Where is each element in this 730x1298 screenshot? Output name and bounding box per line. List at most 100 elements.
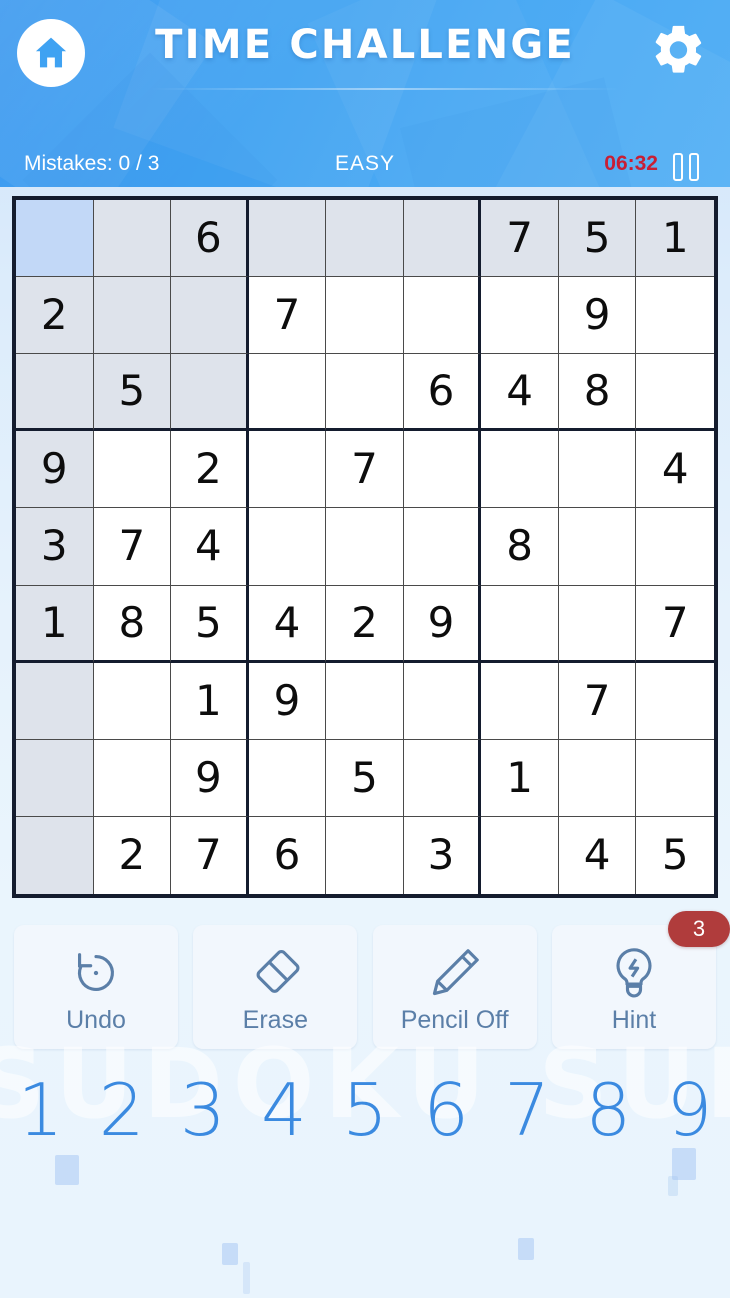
sudoku-cell-r9c1[interactable] — [16, 816, 94, 894]
sudoku-cell-r7c7[interactable] — [481, 662, 559, 740]
sudoku-cell-r8c9[interactable] — [636, 739, 714, 817]
sudoku-cell-r3c3[interactable] — [171, 354, 249, 432]
sudoku-cell-r5c6[interactable] — [403, 508, 482, 586]
sudoku-cell-r9c7[interactable] — [481, 816, 559, 894]
sudoku-cell-r4c5[interactable]: 7 — [326, 431, 404, 509]
sudoku-cell-r7c6[interactable] — [403, 662, 482, 740]
sudoku-cell-r3c7[interactable]: 4 — [481, 354, 559, 432]
sudoku-cell-r2c5[interactable] — [326, 277, 404, 355]
sudoku-cell-r8c7[interactable]: 1 — [481, 739, 559, 817]
sudoku-cell-r2c8[interactable]: 9 — [558, 277, 637, 355]
sudoku-cell-r9c3[interactable]: 7 — [171, 816, 249, 894]
sudoku-cell-r4c7[interactable] — [481, 431, 559, 509]
sudoku-cell-r3c6[interactable]: 6 — [403, 354, 482, 432]
sudoku-cell-r8c5[interactable]: 5 — [326, 739, 404, 817]
sudoku-cell-r4c8[interactable] — [558, 431, 637, 509]
sudoku-cell-r6c1[interactable]: 1 — [16, 585, 94, 663]
sudoku-cell-r4c1[interactable]: 9 — [16, 431, 94, 509]
settings-button[interactable] — [646, 20, 710, 84]
sudoku-cell-r5c1[interactable]: 3 — [16, 508, 94, 586]
sudoku-cell-r6c9[interactable]: 7 — [636, 585, 714, 663]
sudoku-cell-r6c4[interactable]: 4 — [248, 585, 327, 663]
sudoku-cell-r2c2[interactable] — [93, 277, 172, 355]
sudoku-cell-r2c6[interactable] — [403, 277, 482, 355]
sudoku-cell-r3c8[interactable]: 8 — [558, 354, 637, 432]
sudoku-cell-r9c4[interactable]: 6 — [248, 816, 327, 894]
sudoku-cell-r4c3[interactable]: 2 — [171, 431, 249, 509]
sudoku-cell-r8c6[interactable] — [403, 739, 482, 817]
sudoku-cell-r8c8[interactable] — [558, 739, 637, 817]
sudoku-cell-r5c5[interactable] — [326, 508, 404, 586]
numpad-key-3[interactable]: 3 — [162, 1074, 243, 1146]
sudoku-cell-r3c9[interactable] — [636, 354, 714, 432]
erase-button[interactable]: Erase — [193, 925, 358, 1049]
sudoku-grid[interactable]: 67512795648927437481854297197951276345 — [16, 200, 714, 894]
sudoku-cell-r8c4[interactable] — [248, 739, 327, 817]
sudoku-cell-r3c2[interactable]: 5 — [93, 354, 172, 432]
sudoku-cell-r3c1[interactable] — [16, 354, 94, 432]
sudoku-cell-r4c6[interactable] — [403, 431, 482, 509]
numpad-key-1[interactable]: 1 — [0, 1074, 81, 1146]
sudoku-cell-r2c7[interactable] — [481, 277, 559, 355]
numpad-key-6[interactable]: 6 — [406, 1074, 487, 1146]
sudoku-cell-r5c8[interactable] — [558, 508, 637, 586]
sudoku-cell-r5c3[interactable]: 4 — [171, 508, 249, 586]
sudoku-cell-r5c7[interactable]: 8 — [481, 508, 559, 586]
sudoku-cell-r1c6[interactable] — [403, 200, 482, 278]
sudoku-cell-r7c1[interactable] — [16, 662, 94, 740]
numpad-key-4[interactable]: 4 — [243, 1074, 324, 1146]
sudoku-cell-r9c8[interactable]: 4 — [558, 816, 637, 894]
sudoku-cell-r5c4[interactable] — [248, 508, 327, 586]
sudoku-cell-r1c7[interactable]: 7 — [481, 200, 559, 278]
sudoku-cell-r1c1[interactable] — [16, 200, 94, 278]
sudoku-cell-r4c9[interactable]: 4 — [636, 431, 714, 509]
sudoku-cell-r7c2[interactable] — [93, 662, 172, 740]
sudoku-cell-r6c3[interactable]: 5 — [171, 585, 249, 663]
sudoku-cell-r9c9[interactable]: 5 — [636, 816, 714, 894]
sudoku-cell-r2c3[interactable] — [171, 277, 249, 355]
sudoku-cell-r7c9[interactable] — [636, 662, 714, 740]
sudoku-board-frame: 67512795648927437481854297197951276345 — [12, 196, 718, 898]
sudoku-cell-r8c3[interactable]: 9 — [171, 739, 249, 817]
sudoku-cell-r6c5[interactable]: 2 — [326, 585, 404, 663]
sudoku-cell-r7c4[interactable]: 9 — [248, 662, 327, 740]
numpad-key-8[interactable]: 8 — [568, 1074, 649, 1146]
sudoku-cell-r6c7[interactable] — [481, 585, 559, 663]
sudoku-cell-r8c2[interactable] — [93, 739, 172, 817]
numpad-key-5[interactable]: 5 — [324, 1074, 405, 1146]
sudoku-cell-r3c4[interactable] — [248, 354, 327, 432]
sudoku-cell-r1c4[interactable] — [248, 200, 327, 278]
sudoku-cell-r7c3[interactable]: 1 — [171, 662, 249, 740]
sudoku-cell-r5c2[interactable]: 7 — [93, 508, 172, 586]
numpad-key-7[interactable]: 7 — [487, 1074, 568, 1146]
decor-square — [243, 1262, 250, 1294]
sudoku-cell-r9c2[interactable]: 2 — [93, 816, 172, 894]
pause-button[interactable] — [673, 153, 703, 181]
sudoku-cell-r7c8[interactable]: 7 — [558, 662, 637, 740]
sudoku-cell-r7c5[interactable] — [326, 662, 404, 740]
sudoku-cell-r1c3[interactable]: 6 — [171, 200, 249, 278]
sudoku-cell-r9c6[interactable]: 3 — [403, 816, 482, 894]
sudoku-cell-r6c8[interactable] — [558, 585, 637, 663]
sudoku-cell-r1c9[interactable]: 1 — [636, 200, 714, 278]
sudoku-cell-r1c2[interactable] — [93, 200, 172, 278]
pencil-button[interactable]: Pencil Off — [372, 925, 537, 1049]
sudoku-cell-r5c9[interactable] — [636, 508, 714, 586]
sudoku-cell-r1c5[interactable] — [326, 200, 404, 278]
sudoku-cell-r1c8[interactable]: 5 — [558, 200, 637, 278]
sudoku-cell-r6c2[interactable]: 8 — [93, 585, 172, 663]
undo-button[interactable]: Undo — [14, 925, 178, 1049]
sudoku-cell-r3c5[interactable] — [326, 354, 404, 432]
sudoku-cell-r6c6[interactable]: 9 — [403, 585, 482, 663]
hint-button[interactable]: Hint 3 — [551, 911, 730, 1049]
sudoku-cell-r2c1[interactable]: 2 — [16, 277, 94, 355]
page-title: TIME CHALLENGE — [155, 22, 575, 68]
sudoku-cell-r2c9[interactable] — [636, 277, 714, 355]
sudoku-cell-r8c1[interactable] — [16, 739, 94, 817]
numpad-key-2[interactable]: 2 — [81, 1074, 162, 1146]
sudoku-cell-r9c5[interactable] — [326, 816, 404, 894]
sudoku-cell-r4c4[interactable] — [248, 431, 327, 509]
sudoku-cell-r4c2[interactable] — [93, 431, 172, 509]
sudoku-cell-r2c4[interactable]: 7 — [248, 277, 327, 355]
numpad-key-9[interactable]: 9 — [649, 1074, 730, 1146]
